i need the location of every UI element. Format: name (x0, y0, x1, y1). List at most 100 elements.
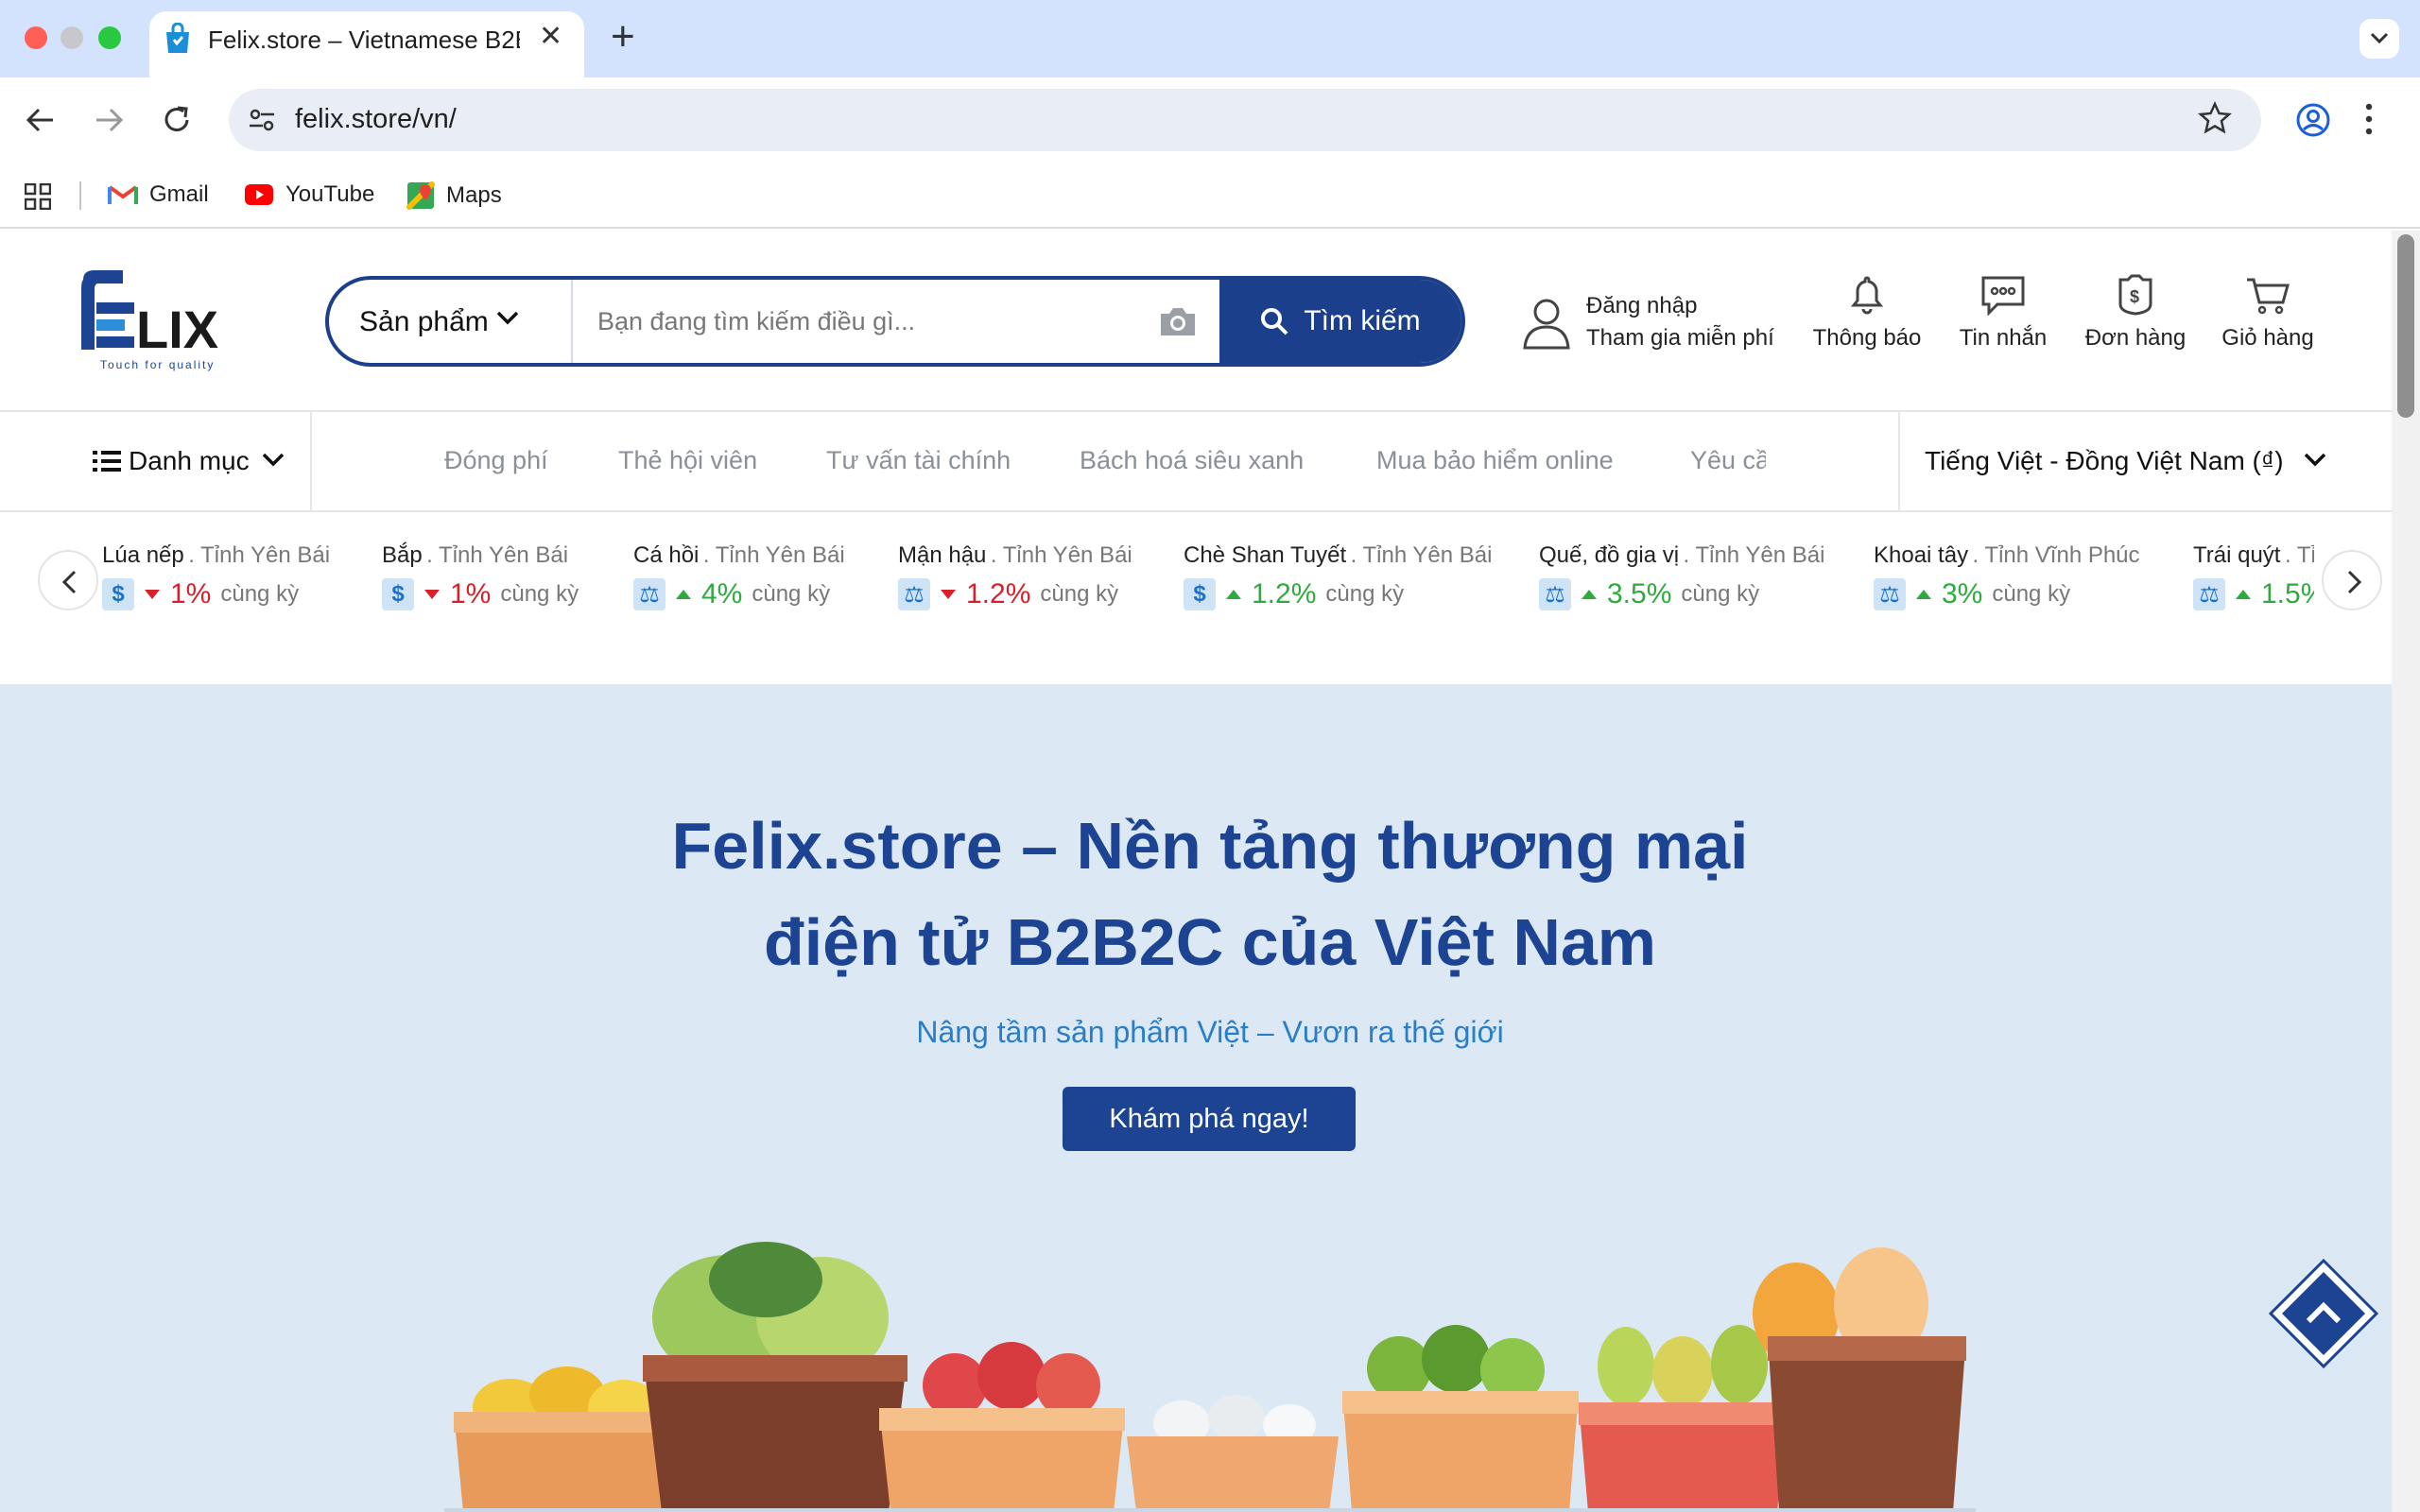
search-button[interactable]: Tìm kiếm (1219, 280, 1461, 363)
scale-badge-icon: ⚖ (633, 578, 666, 610)
trend-down-icon (941, 590, 956, 599)
ticker-next-button[interactable] (2322, 550, 2382, 610)
ticker-change-percent: 4% (701, 578, 743, 610)
page-scrollbar[interactable] (2392, 231, 2420, 1512)
back-to-top-button[interactable] (2267, 1257, 2380, 1370)
tab-search-button[interactable] (2360, 19, 2399, 59)
ticker-viewport: Lúa nếp . Tỉnh Yên Bái $1% cùng kỳ Bắp . Tỉ… (102, 512, 2314, 684)
bookmark-youtube[interactable]: YouTube (244, 181, 374, 208)
nav-link-tu-van-tai-chinh[interactable]: Tư vấn tài chính (826, 446, 1011, 475)
ticker-change-percent: 1.2% (966, 578, 1031, 610)
kebab-menu-icon[interactable] (2363, 102, 2375, 136)
trend-up-icon (2236, 590, 2251, 599)
scale-badge-icon: ⚖ (1539, 578, 1571, 610)
ticker-item[interactable]: Bắp . Tỉnh Yên Bái $1% cùng kỳ (382, 542, 579, 610)
bookmark-separator (79, 181, 81, 210)
web-page: LIX Touch for quality Sản phẩm Tìm kiếm … (0, 231, 2392, 1512)
nav-link-bao-hiem[interactable]: Mua bảo hiểm online (1376, 446, 1614, 475)
ticker-province: . Tỉnh Yên Bái (1350, 542, 1493, 568)
ticker-product-name: Chè Shan Tuyết (1184, 542, 1347, 568)
nav-links: Đóng phí Thẻ hội viên Tư vấn tài chính B… (312, 412, 1766, 510)
bookmark-label: YouTube (285, 181, 375, 207)
ticker-product-name: Bắp (382, 542, 423, 568)
login-link[interactable]: Đăng nhập Tham gia miễn phí (1522, 287, 1787, 363)
ticker-product-name: Lúa nếp (102, 542, 184, 568)
scale-badge-icon: ⚖ (1874, 578, 1906, 610)
ticker-item[interactable]: Chè Shan Tuyết . Tỉnh Yên Bái $1.2% cùng k… (1184, 542, 1492, 610)
ticker-change-percent: 3.5% (1607, 578, 1672, 610)
ticker-item[interactable]: Mận hậu . Tỉnh Yên Bái ⚖ 1.2% cùng kỳ (898, 542, 1132, 610)
forward-arrow-icon[interactable] (93, 104, 125, 136)
nav-link-the-hoi-vien[interactable]: Thẻ hội viên (618, 446, 757, 475)
orders-label: Đơn hàng (2084, 325, 2187, 351)
search-input[interactable] (573, 280, 1225, 363)
ticker-change-percent: 1.5% (2261, 578, 2314, 610)
notifications-button[interactable]: Thông báo (1796, 274, 1938, 352)
site-settings-icon[interactable] (248, 106, 276, 134)
reload-icon[interactable] (161, 104, 193, 136)
bookmark-maps[interactable]: Maps (406, 181, 502, 210)
user-icon (1523, 299, 1570, 350)
bookmark-gmail[interactable]: Gmail (108, 181, 209, 208)
apps-grid-icon[interactable] (25, 183, 51, 210)
ticker-province: . Tỉnh Yên Bái (990, 542, 1132, 568)
camera-icon[interactable] (1157, 304, 1199, 338)
arrow-up-icon (2268, 1258, 2379, 1369)
cart-button[interactable]: Giỏ hàng (2197, 274, 2339, 352)
ticker-change-percent: 1% (170, 578, 212, 610)
category-menu-button[interactable]: Danh mục (0, 412, 312, 510)
profile-icon[interactable] (2295, 102, 2331, 138)
nav-link-dong-phi[interactable]: Đóng phí (444, 446, 548, 475)
ticker-product-name: Trái quýt (2193, 542, 2281, 568)
nav-link-bach-hoa[interactable]: Bách hoá siêu xanh (1080, 446, 1304, 475)
browser-tab-bar: Felix.store – Vietnamese B2B2C ✕ + (0, 0, 2420, 77)
hero-subtitle: Nâng tầm sản phẩm Việt – Vươn ra thế giớ… (916, 1015, 1504, 1049)
scrollbar-thumb[interactable] (2397, 234, 2414, 418)
search-category-select[interactable]: Sản phẩm (329, 280, 573, 363)
order-icon: $ (2118, 274, 2152, 316)
language-currency-select[interactable]: Tiếng Việt - Đồng Việt Nam (₫) (1898, 412, 2392, 510)
hero-title: Felix.store – Nền tảng thương mại điện t… (0, 798, 2392, 990)
ticker-province: . Tỉnh Yên Bái (702, 542, 845, 568)
nav-link-yeu-cau[interactable]: Yêu cầ (1690, 446, 1766, 475)
hero-banner: Felix.store – Nền tảng thương mại điện t… (0, 684, 2392, 1512)
tab-title: Felix.store – Vietnamese B2B2C (208, 26, 520, 54)
orders-button[interactable]: $ Đơn hàng (2065, 274, 2206, 352)
shopping-bag-icon (166, 23, 189, 53)
new-tab-button[interactable]: + (611, 15, 635, 59)
address-bar[interactable]: felix.store/vn/ (229, 89, 2261, 151)
close-window-button[interactable] (25, 26, 47, 49)
ticker-province: . Tỉnh Yên Bái (188, 542, 331, 568)
messages-button[interactable]: Tin nhắn (1932, 274, 2074, 352)
cart-icon (2247, 278, 2290, 315)
tab-close-icon[interactable]: ✕ (539, 23, 562, 51)
maps-icon (406, 181, 435, 210)
chevron-down-icon (496, 311, 519, 325)
notifications-label: Thông báo (1812, 325, 1922, 351)
ticker-item[interactable]: Lúa nếp . Tỉnh Yên Bái $1% cùng kỳ (102, 542, 330, 610)
bookmark-label: Maps (446, 182, 502, 208)
trend-down-icon (145, 590, 160, 599)
ticker-prev-button[interactable] (38, 550, 98, 610)
back-arrow-icon[interactable] (25, 104, 57, 136)
explore-now-button[interactable]: Khám phá ngay! (1063, 1087, 1356, 1151)
trend-up-icon (676, 590, 691, 599)
ticker-product-name: Mận hậu (898, 542, 987, 568)
hero-title-line-1: Felix.store – Nền tảng thương mại (671, 809, 1749, 883)
ticker-item[interactable]: Quế, đồ gia vị . Tỉnh Yên Bái ⚖ 3.5% cùng k… (1539, 542, 1824, 610)
minimize-window-button[interactable] (60, 26, 83, 49)
ticker-change-percent: 1.2% (1252, 578, 1317, 610)
ticker-item[interactable]: Trái quýt . Tỉnh Yên Bái⚖1.5%cùng kỳ (2193, 542, 2314, 610)
ticker-item[interactable]: Cá hồi . Tỉnh Yên Bái ⚖ 4% cùng kỳ (633, 542, 845, 610)
ticker-item[interactable]: Khoai tây . Tỉnh Vĩnh Phúc ⚖ 3% cùng kỳ (1874, 542, 2140, 610)
felix-logo[interactable]: LIX Touch for quality (74, 268, 244, 372)
scale-badge-icon: ⚖ (898, 578, 930, 610)
svg-text:Touch for quality: Touch for quality (100, 358, 215, 371)
search-icon (1261, 308, 1288, 335)
bookmark-star-icon[interactable] (2198, 101, 2232, 135)
url-text[interactable]: felix.store/vn/ (295, 104, 457, 135)
chevron-down-icon (262, 453, 285, 467)
language-label: Tiếng Việt - Đồng Việt Nam (₫) (1925, 446, 2284, 475)
maximize-window-button[interactable] (98, 26, 121, 49)
ticker-province: . Tỉnh Yên Bái (2284, 542, 2314, 568)
